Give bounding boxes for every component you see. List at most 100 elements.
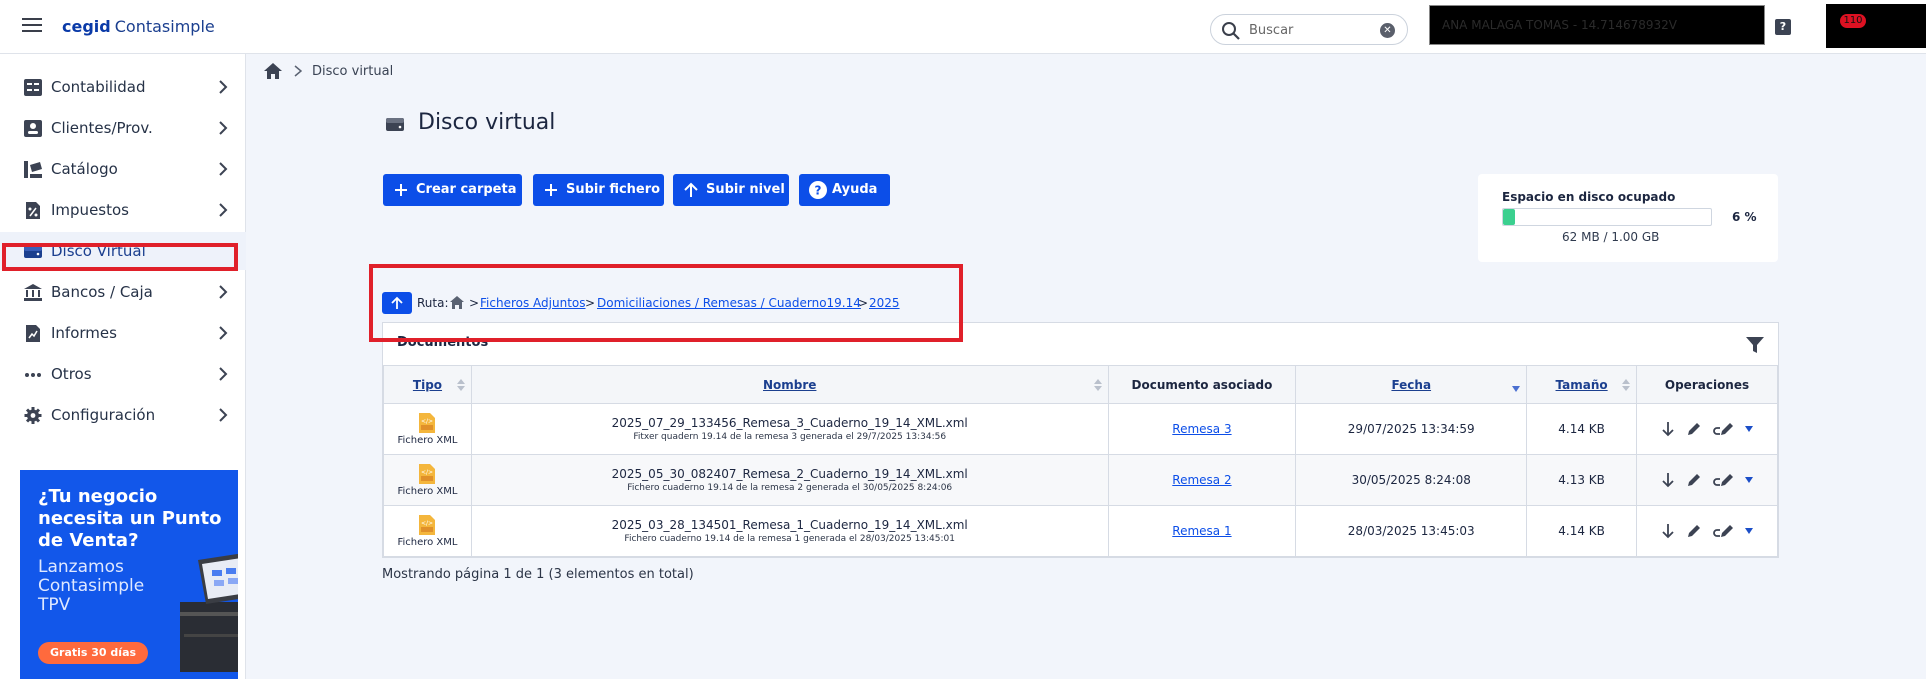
filter-icon[interactable] [1746,336,1764,354]
disk-usage-bar [1502,208,1712,226]
cell-type: </> Fichero XML [383,454,472,506]
cell-operations [1636,454,1778,506]
breadcrumb-current: Disco virtual [312,64,394,79]
avatar[interactable]: 110 [1826,4,1926,48]
top-bar: cegidContasimple ✕ ANA MALAGA TOMAS - 14… [0,0,1926,54]
chevron-down-icon[interactable] [1744,476,1754,484]
xml-file-icon[interactable]: </> [418,514,436,535]
column-header-nombre[interactable]: Nombre [470,365,1109,404]
cell-name: 2025_03_28_134501_Remesa_1_Cuaderno_19_1… [470,505,1109,557]
path-link-domiciliaciones[interactable]: Domiciliaciones / Remesas / Cuaderno19.1… [597,296,861,310]
path-link-2025[interactable]: 2025 [869,296,900,310]
chevron-right-icon [219,326,228,340]
cell-type: </> Fichero XML [383,505,472,557]
upload-file-button[interactable]: Subir fichero [533,174,664,206]
help-circle-icon: ? [809,181,827,199]
sort-icon [1622,379,1631,391]
home-icon[interactable] [264,63,282,79]
path-up-button[interactable] [382,292,412,314]
cell-size: 4.13 KB [1526,454,1638,506]
chevron-right-icon [219,285,228,299]
download-icon[interactable] [1660,472,1676,488]
arrow-up-icon [391,296,403,309]
pos-terminal-icon [180,553,238,672]
help-button[interactable]: ? Ayuda [799,174,890,206]
download-icon[interactable] [1660,523,1676,539]
path-link-ficheros-adjuntos[interactable]: Ficheros Adjuntos [480,296,586,310]
sidebar-item-label: Impuestos [51,201,129,219]
cell-size: 4.14 KB [1526,403,1638,455]
user-menu[interactable]: ANA MALAGA TOMAS - 14.714678932V [1429,5,1765,45]
edit-icon[interactable] [1686,523,1702,539]
promo-banner[interactable]: ¿Tu negocio necesita un Punto de Venta? … [20,470,238,679]
sidebar-item-disco-virtual[interactable]: Disco Virtual [0,232,246,270]
disk-usage-percent: 6 % [1732,210,1757,224]
disk-usage-amount: 62 MB / 1.00 GB [1562,230,1660,244]
home-icon[interactable] [450,296,464,309]
sidebar-item-informes[interactable]: Informes [0,314,246,352]
associated-document-link[interactable]: Remesa 1 [1172,524,1231,538]
plus-icon [395,184,407,196]
menu-icon[interactable] [22,18,42,34]
search-icon[interactable] [1221,21,1241,41]
search-input[interactable] [1249,20,1369,40]
app-logo[interactable]: cegid Contasimple [62,17,215,36]
cell-assoc: Remesa 3 [1107,403,1297,455]
svg-text:</>: </> [421,520,433,527]
help-icon[interactable]: ? [1775,19,1791,35]
cell-name: 2025_05_30_082407_Remesa_2_Cuaderno_19_1… [470,454,1109,506]
cell-operations [1636,403,1778,455]
xml-file-icon[interactable]: </> [418,412,436,433]
sidebar-item-configuracion[interactable]: Configuración [0,396,246,434]
table-header-row: Tipo Nombre Documento asociado Fecha Tam… [383,365,1778,404]
link-edit-icon[interactable] [1712,472,1734,488]
disk-usage-card: Espacio en disco ocupado 6 % 62 MB / 1.0… [1478,174,1778,262]
chevron-down-icon[interactable] [1744,425,1754,433]
cell-date: 29/07/2025 13:34:59 [1295,403,1528,455]
cell-date: 30/05/2025 8:24:08 [1295,454,1528,506]
path-label: Ruta: [417,296,449,310]
chevron-right-icon [294,65,302,77]
download-icon[interactable] [1660,421,1676,437]
sidebar-item-label: Configuración [51,406,156,424]
arrow-up-icon [684,182,698,197]
sidebar-item-bancos[interactable]: Bancos / Caja [0,273,246,311]
sidebar-item-clientes[interactable]: Clientes/Prov. [0,109,246,147]
associated-document-link[interactable]: Remesa 2 [1172,473,1231,487]
column-header-fecha[interactable]: Fecha [1295,365,1528,404]
sidebar-item-impuestos[interactable]: Impuestos [0,191,246,229]
table-row: </> Fichero XML 2025_05_30_082407_Remesa… [383,454,1778,506]
disk-usage-fill [1503,209,1516,225]
column-header-tamano[interactable]: Tamaño [1526,365,1638,404]
edit-icon[interactable] [1686,472,1702,488]
chevron-down-icon[interactable] [1744,527,1754,535]
create-folder-button[interactable]: Crear carpeta [383,174,522,206]
clear-icon[interactable]: ✕ [1380,23,1395,38]
notification-badge: 110 [1840,14,1866,28]
catalog-icon [24,161,42,178]
sort-icon [456,379,465,391]
link-edit-icon[interactable] [1712,421,1734,437]
documents-table: Tipo Nombre Documento asociado Fecha Tam… [383,365,1778,557]
cell-size: 4.14 KB [1526,505,1638,557]
bank-icon [24,284,42,301]
chevron-right-icon [219,367,228,381]
xml-file-icon[interactable]: </> [418,463,436,484]
promo-cta-button[interactable]: Gratis 30 días [38,642,149,664]
search-box: ✕ [1210,14,1408,45]
pagination-info: Mostrando página 1 de 1 (3 elementos en … [382,567,694,582]
sidebar-item-catalogo[interactable]: Catálogo [0,150,246,188]
associated-document-link[interactable]: Remesa 3 [1172,422,1231,436]
cell-assoc: Remesa 1 [1107,505,1297,557]
sidebar-item-label: Bancos / Caja [51,283,153,301]
link-edit-icon[interactable] [1712,523,1734,539]
sidebar-item-contabilidad[interactable]: Contabilidad [0,68,246,106]
up-level-button[interactable]: Subir nivel [673,174,789,206]
edit-icon[interactable] [1686,421,1702,437]
sidebar-item-otros[interactable]: Otros [0,355,246,393]
table-row: </> Fichero XML 2025_07_29_133456_Remesa… [383,403,1778,455]
column-header-tipo[interactable]: Tipo [383,365,472,404]
promo-headline: ¿Tu negocio necesita un Punto de Venta? [38,486,222,551]
documents-panel: Documentos Tipo Nombre Documento asociad… [382,322,1779,558]
gear-icon [24,407,42,424]
